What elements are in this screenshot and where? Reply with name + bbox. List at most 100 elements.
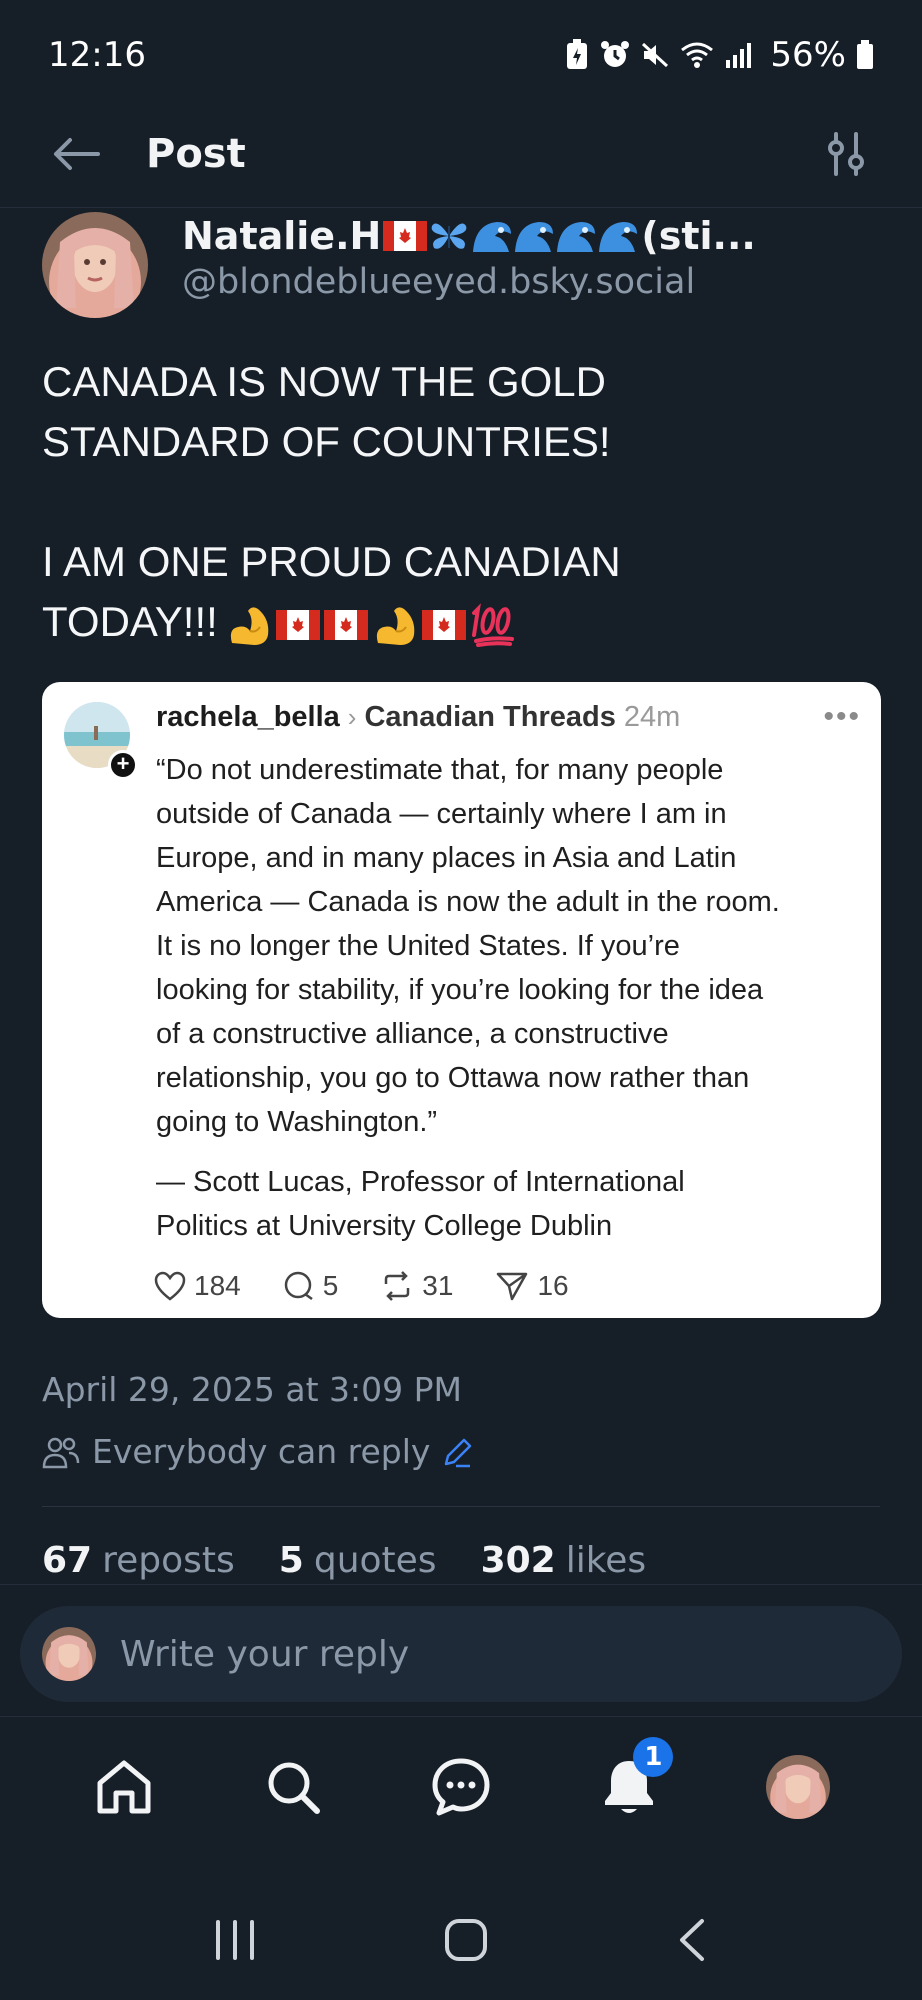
notification-badge: 1	[633, 1736, 674, 1777]
nav-search[interactable]	[253, 1747, 333, 1827]
likes-count: 302	[480, 1540, 556, 1581]
embed-actions: 184 5 31 16	[154, 1270, 569, 1302]
send-icon	[497, 1272, 528, 1301]
reposts-count: 67	[42, 1540, 93, 1581]
post-text-line: CANADA IS NOW THE GOLD	[42, 358, 606, 405]
embedded-screenshot[interactable]: + rachela_bella › Canadian Threads 24m •…	[42, 682, 881, 1318]
likes-label: likes	[565, 1540, 647, 1581]
quote-line: It is no longer the United States. If yo…	[156, 930, 680, 962]
quotes-label: quotes	[313, 1540, 437, 1581]
embed-repost-count: 31	[422, 1270, 454, 1301]
quote-line: relationship, you go to Ottawa now rathe…	[156, 1062, 750, 1094]
embed-quote: “Do not underestimate that, for many peo…	[156, 748, 856, 1144]
embed-attribution: — Scott Lucas, Professor of Internationa…	[156, 1160, 856, 1248]
nav-messages[interactable]	[421, 1747, 501, 1827]
post-text-line-emojis: TODAY!!!	[42, 592, 882, 652]
author-avatar[interactable]	[42, 212, 148, 318]
post-text-line: STANDARD OF COUNTRIES!	[42, 418, 611, 465]
status-icons: 56%	[564, 35, 874, 75]
quote-line: America — Canada is now the adult in the…	[156, 886, 780, 918]
attribution-line: Politics at University College Dublin	[156, 1210, 613, 1242]
people-icon	[42, 1437, 80, 1468]
quotes-count: 5	[278, 1540, 304, 1581]
wifi-icon	[681, 42, 714, 68]
quote-line: “Do not underestimate that, for many peo…	[156, 754, 724, 786]
search-icon	[268, 1762, 320, 1814]
post-body: CANADA IS NOW THE GOLD STANDARD OF COUNT…	[42, 352, 882, 652]
profile-avatar	[765, 1754, 830, 1819]
divider	[42, 1506, 880, 1507]
battery-saver-icon	[567, 39, 588, 69]
back-arrow-icon[interactable]	[48, 126, 104, 182]
quote-line: of a constructive alliance, a constructi…	[156, 1018, 669, 1050]
post-text-line: TODAY!!!	[42, 598, 218, 645]
canada-flag-icon	[275, 609, 320, 640]
embed-community: Canadian Threads	[364, 701, 616, 733]
bottom-nav: 1	[0, 1716, 922, 1856]
canada-flag-icon	[421, 609, 466, 640]
embed-share: 16	[495, 1270, 569, 1302]
reply-setting-label: Everybody can reply	[92, 1432, 431, 1471]
post-timestamp: April 29, 2025 at 3:09 PM	[42, 1370, 462, 1409]
status-bar: 12:16 56%	[0, 0, 922, 110]
quote-line: Europe, and in many places in Asia and L…	[156, 842, 737, 874]
author-display-name[interactable]: Natalie.H (sti...	[182, 214, 862, 258]
embed-like-count: 184	[194, 1270, 241, 1301]
likes-stat[interactable]: 302 likes	[481, 1540, 647, 1586]
embed-username: rachela_bella	[156, 701, 340, 733]
comment-icon	[284, 1271, 313, 1301]
page-title: Post	[146, 130, 246, 177]
attribution-line: — Scott Lucas, Professor of Internationa…	[156, 1166, 685, 1198]
wave-icons	[473, 222, 638, 252]
heart-icon	[154, 1271, 186, 1301]
battery-percentage: 56%	[770, 35, 846, 75]
author-handle[interactable]: @blondeblueeyed.bsky.social	[182, 262, 862, 302]
reposts-stat[interactable]: 67 reposts	[42, 1540, 235, 1586]
embed-comment-count: 5	[322, 1270, 339, 1301]
butterfly-icon	[431, 223, 467, 249]
post-stats: 67 reposts 5 quotes 302 likes	[42, 1540, 646, 1586]
canada-flag-icon	[323, 609, 368, 640]
quote-line: looking for stability, if you’re looking…	[156, 974, 764, 1006]
embed-repost: 31	[380, 1270, 453, 1302]
mute-icon	[642, 42, 669, 68]
post-emojis	[226, 603, 516, 647]
post-header: Post	[0, 100, 922, 208]
embed-header: rachela_bella › Canadian Threads 24m •••	[156, 700, 861, 734]
follow-plus-icon: +	[108, 750, 138, 780]
edit-pencil-icon[interactable]	[442, 1436, 474, 1468]
system-back-icon[interactable]	[672, 1915, 712, 1965]
reply-setting[interactable]: Everybody can reply	[42, 1432, 474, 1471]
alarm-icon	[601, 41, 630, 67]
reply-input-placeholder[interactable]: Write your reply	[120, 1634, 409, 1675]
recent-apps-icon[interactable]	[210, 1918, 260, 1962]
quote-line: going to Washington.”	[156, 1106, 438, 1138]
user-avatar	[42, 1627, 96, 1681]
chevron-right-icon: ›	[347, 702, 357, 732]
chat-icon	[432, 1758, 490, 1815]
embed-comment: 5	[283, 1270, 339, 1302]
embed-share-count: 16	[537, 1270, 569, 1301]
battery-icon	[857, 40, 873, 69]
more-options-icon: •••	[823, 700, 861, 733]
reply-composer[interactable]: Write your reply	[20, 1606, 902, 1702]
nav-home[interactable]	[84, 1747, 164, 1827]
system-nav	[0, 1880, 922, 2000]
quote-line: outside of Canada — certainly where I am…	[156, 798, 727, 830]
flexed-biceps-icon	[376, 607, 415, 645]
reposts-label: reposts	[102, 1540, 235, 1581]
signal-icon	[726, 43, 752, 68]
display-name-text: Natalie.H	[182, 214, 382, 258]
embed-like: 184	[154, 1270, 241, 1302]
status-time: 12:16	[48, 35, 146, 75]
post-author: Natalie.H (sti... @blondeblueeyed.bsky.s…	[42, 212, 882, 318]
home-icon	[97, 1760, 151, 1813]
quotes-stat[interactable]: 5 quotes	[279, 1540, 437, 1586]
hundred-points-icon	[471, 603, 514, 647]
repost-icon	[385, 1271, 410, 1301]
display-name-suffix: (sti...	[641, 214, 756, 258]
nav-notifications[interactable]: 1	[589, 1736, 674, 1827]
filter-settings-icon[interactable]	[818, 126, 874, 182]
nav-profile[interactable]	[758, 1747, 838, 1827]
home-button-icon[interactable]	[441, 1915, 491, 1965]
